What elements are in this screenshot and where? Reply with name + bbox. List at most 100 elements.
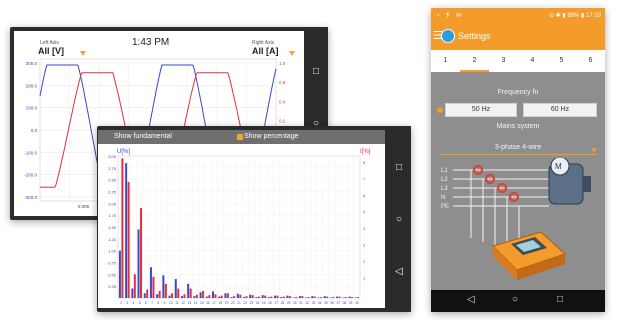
harmonic-bar (226, 293, 229, 298)
left-y-tick: 2.25 (108, 190, 117, 195)
harmonic-bar (205, 296, 208, 298)
show-fundamental-toggle[interactable]: Show fundamental (114, 133, 172, 140)
right-unit-label: I[%] (360, 149, 371, 155)
harmonic-bar (137, 229, 140, 298)
right-y-tick: 8 (363, 160, 366, 165)
harmonic-bar (168, 295, 171, 298)
harmonic-bar (323, 296, 326, 298)
x-tick: 3 (126, 301, 128, 305)
harmonic-bar (332, 297, 335, 298)
x-tick: 35 (324, 301, 328, 305)
x-tick: 11 (175, 301, 179, 305)
recent-apps-icon[interactable]: □ (304, 67, 328, 77)
harmonic-bar (338, 296, 341, 298)
left-y-tick: 300.0 (26, 61, 38, 66)
x-tick: 27 (274, 301, 278, 305)
x-tick: 19 (225, 301, 229, 305)
harmonic-bar (251, 295, 254, 298)
harmonic-bar (245, 296, 248, 298)
harmonic-bar (156, 294, 159, 298)
status-system-icons: ⊙ ✱ ▮ 88% ▮ 17:19 (548, 13, 601, 19)
frequency-label: Frequency fn (497, 89, 539, 96)
x-tick: 34 (318, 301, 322, 305)
x-tick: 36 (330, 301, 334, 305)
frequency-selected-indicator (437, 107, 443, 113)
harmonic-bar (236, 293, 239, 298)
harmonic-bar (233, 296, 236, 298)
right-y-tick: 1.0 (279, 61, 286, 66)
harmonic-bar (143, 293, 146, 298)
x-tick: 22 (243, 301, 247, 305)
x-tick: 21 (237, 301, 241, 305)
harmonic-bar (125, 163, 128, 298)
harmonic-bar (133, 274, 136, 298)
harmonic-bar (195, 294, 198, 298)
wire-label-n: N (441, 195, 445, 201)
recent-apps-icon[interactable]: □ (557, 294, 563, 305)
mains-system-select[interactable]: 3-phase 4-wire (439, 142, 597, 155)
wiring-diagram: L1 L2 L3 N PE M (441, 158, 591, 280)
harmonic-bar (239, 294, 242, 298)
x-tick: 40 (355, 301, 359, 305)
x-tick: 33 (312, 301, 316, 305)
motor-icon: M (548, 158, 591, 205)
harmonic-bar (127, 182, 130, 298)
harmonic-bar (319, 297, 322, 298)
current-clamps-icon (472, 164, 520, 203)
tab-2[interactable]: 2 (460, 50, 489, 72)
harmonic-bar (177, 288, 180, 298)
left-y-tick: 200.0 (26, 83, 38, 88)
harmonic-bar (202, 290, 205, 298)
harmonic-bar (212, 291, 214, 298)
tab-3[interactable]: 3 (489, 50, 518, 72)
harmonic-bar (357, 297, 360, 298)
wire-label-l2: L2 (441, 177, 448, 183)
wire-label-l3: L3 (441, 186, 448, 192)
harmonics-toolbar: Show fundamental Show percentage (98, 130, 385, 144)
x-tick: 2 (120, 301, 122, 305)
home-icon[interactable]: ○ (512, 294, 518, 305)
settings-tabs: 1 2 3 4 5 6 (431, 50, 605, 72)
harmonic-bar (224, 293, 227, 298)
x-tick: 13 (188, 301, 192, 305)
back-icon[interactable]: ◁ (467, 294, 475, 305)
show-percentage-label[interactable]: Show percentage (244, 133, 298, 140)
harmonics-bar-chart[interactable]: 3.00 2.75 2.50 2.25 2.00 1.75 1.50 1.25 1.00 0.75… (98, 144, 385, 308)
harmonic-bar (152, 276, 155, 298)
left-y-tick: 2.75 (108, 166, 117, 171)
home-icon[interactable]: ○ (387, 215, 411, 225)
left-y-tick: 1.00 (108, 249, 117, 254)
recent-apps-icon[interactable]: □ (387, 163, 411, 173)
harmonic-bar (118, 250, 121, 298)
wire-label-l1: L1 (441, 168, 448, 174)
harmonic-bar (261, 295, 264, 298)
freq-50hz-button[interactable]: 50 Hz (445, 103, 517, 117)
harmonic-bar (286, 295, 289, 298)
app-logo-icon (441, 29, 455, 43)
harmonic-bar (162, 275, 165, 298)
harmonic-bar (344, 297, 347, 298)
right-y-tick: 3 (363, 243, 366, 248)
tab-5[interactable]: 5 (547, 50, 576, 72)
harmonic-bar (295, 297, 298, 298)
harmonics-device: Show fundamental Show percentage 3.00 2.7… (97, 126, 411, 312)
tab-1[interactable]: 1 (431, 50, 460, 72)
harmonic-bar (257, 296, 260, 298)
back-icon[interactable]: ◁ (387, 267, 411, 277)
left-y-tick: 100.0 (26, 106, 38, 111)
harmonic-bar (214, 294, 217, 298)
harmonic-bar (180, 296, 183, 298)
tab-4[interactable]: 4 (518, 50, 547, 72)
freq-60hz-button[interactable]: 60 Hz (523, 103, 597, 117)
x-tick: 20 (231, 301, 235, 305)
show-percentage-checkbox[interactable] (237, 134, 243, 140)
harmonic-bar (208, 295, 211, 298)
left-y-tick: 1.75 (108, 213, 117, 218)
harmonic-bar (336, 296, 339, 298)
right-y-tick: 4 (363, 226, 366, 231)
right-y-tick: 0.4 (279, 99, 286, 104)
harmonic-bar (249, 294, 252, 298)
tab-6[interactable]: 6 (576, 50, 605, 72)
x-tick: 5 (139, 301, 141, 305)
svg-text:M: M (555, 162, 562, 171)
